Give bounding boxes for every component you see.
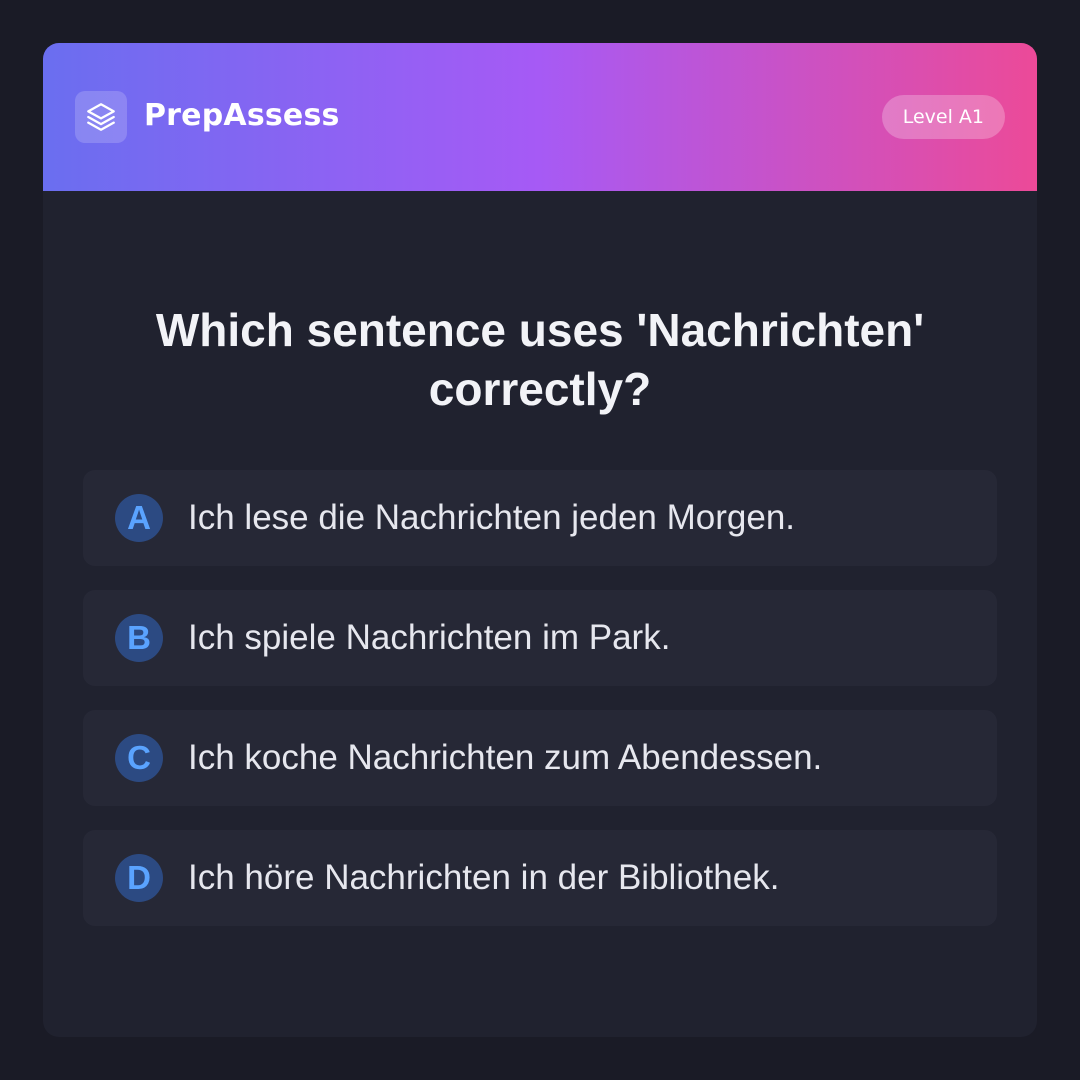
header: PrepAssess Level A1 [43,43,1037,191]
option-text: Ich lese die Nachrichten jeden Morgen. [188,498,796,537]
option-d[interactable]: D Ich höre Nachrichten in der Bibliothek… [83,830,997,926]
option-b[interactable]: B Ich spiele Nachrichten im Park. [83,590,997,686]
option-letter-badge: C [115,734,163,782]
quiz-card: PrepAssess Level A1 Which sentence uses … [43,43,1037,1037]
option-a[interactable]: A Ich lese die Nachrichten jeden Morgen. [83,470,997,566]
brand-name: PrepAssess [144,98,340,133]
option-letter-badge: D [115,854,163,902]
level-badge: Level A1 [881,95,1005,139]
option-text: Ich koche Nachrichten zum Abendessen. [188,738,823,777]
option-text: Ich spiele Nachrichten im Park. [188,618,671,657]
option-letter-badge: A [115,494,163,542]
layers-icon [87,103,115,131]
answer-options: A Ich lese die Nachrichten jeden Morgen.… [83,470,997,950]
option-text: Ich höre Nachrichten in der Bibliothek. [188,858,780,897]
question-text: Which sentence uses 'Nachrichten' correc… [155,304,925,415]
option-letter-badge: B [115,614,163,662]
option-c[interactable]: C Ich koche Nachrichten zum Abendessen. [83,710,997,806]
logo [75,91,127,143]
